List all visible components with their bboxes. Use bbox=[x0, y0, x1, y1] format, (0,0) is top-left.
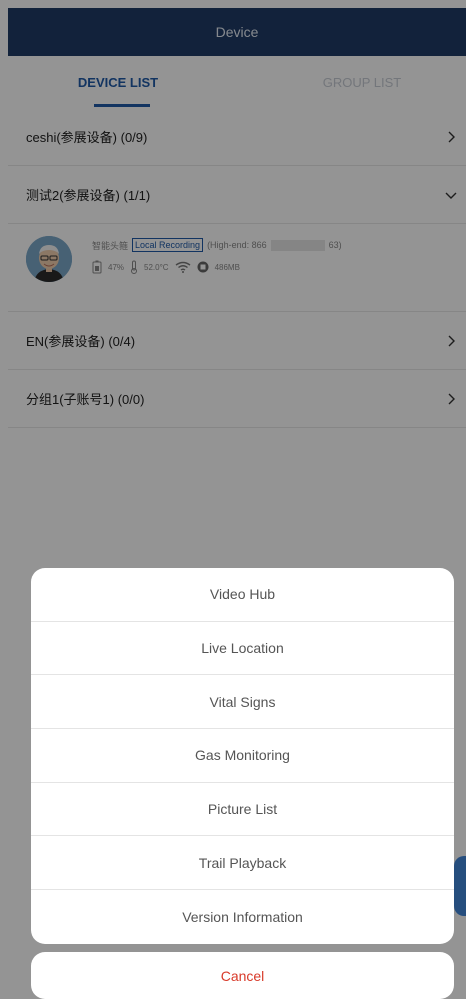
menu-item-gas-monitoring[interactable]: Gas Monitoring bbox=[31, 729, 454, 783]
menu-item-live-location[interactable]: Live Location bbox=[31, 622, 454, 676]
menu-item-video-hub[interactable]: Video Hub bbox=[31, 568, 454, 622]
menu-item-vital-signs[interactable]: Vital Signs bbox=[31, 675, 454, 730]
menu-item-trail-playback[interactable]: Trail Playback bbox=[31, 836, 454, 891]
menu-item-picture-list[interactable]: Picture List bbox=[31, 783, 454, 837]
menu-item-version-information[interactable]: Version Information bbox=[31, 890, 454, 944]
cancel-button[interactable]: Cancel bbox=[31, 952, 454, 999]
action-sheet: Video Hub Live Location Vital Signs Gas … bbox=[31, 568, 454, 944]
